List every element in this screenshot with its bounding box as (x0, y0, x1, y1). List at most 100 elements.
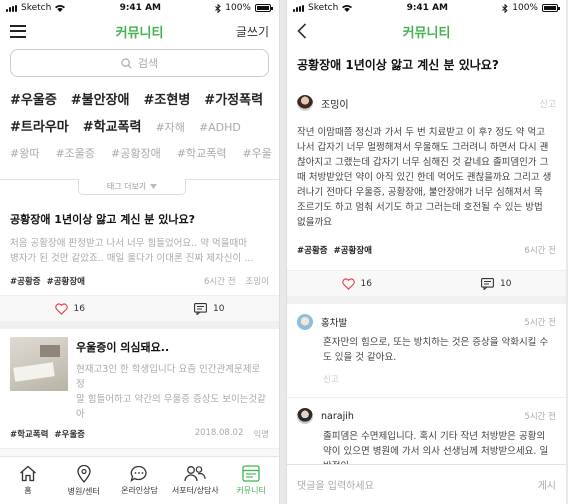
like-count: 16 (360, 278, 372, 289)
nav-hospital[interactable]: 병원/센터 (56, 457, 112, 504)
nav-online-counsel[interactable]: 온라인상담 (112, 457, 168, 504)
tag-chip[interactable]: #트라우마 (10, 116, 69, 135)
comment-time: 5시간 전 (524, 412, 556, 422)
tag-chip[interactable]: #가정폭력 (204, 89, 263, 108)
question-title: 공황장애 1년이상 앓고 계신 분 있나요? (297, 58, 499, 72)
community-icon (242, 465, 260, 482)
comment-button[interactable]: 10 (427, 271, 567, 296)
write-button[interactable]: 글쓰기 (236, 23, 269, 40)
post-item[interactable]: 우울증이 의심돼요.. 현재고3인 한 학생입니다 요즘 인간관계문제로 정 말… (0, 337, 279, 422)
tag-chip[interactable]: #조울증 (55, 145, 95, 161)
comment-author: narajih (321, 410, 354, 422)
comment-time: 5시간 전 (524, 318, 556, 328)
carrier-label: Sketch (21, 3, 52, 13)
search-icon (121, 57, 132, 69)
search-placeholder: 검색 (137, 57, 159, 70)
tag-chip[interactable]: #공황장애 (111, 145, 161, 161)
like-button[interactable]: 16 (287, 271, 427, 296)
tag-chip[interactable]: #학교폭력 (83, 116, 142, 135)
comment-count: 10 (500, 278, 512, 289)
like-count: 16 (73, 303, 85, 314)
post-thumbnail (10, 337, 68, 391)
comment-input-placeholder: 댓글을 입력하세요 (297, 481, 374, 492)
nav-community[interactable]: 커뮤니티 (223, 457, 279, 504)
post-tags: #학교폭력 #우울증 (10, 430, 85, 440)
post-title: 우울증이 의심돼요.. (76, 341, 170, 354)
post-time: 6시간 전 (203, 277, 236, 287)
chevron-down-icon (150, 184, 158, 189)
more-tags: 태그 더보기 (0, 179, 279, 197)
battery-percent: 100% (512, 3, 538, 13)
comment-icon (194, 302, 207, 315)
report-button[interactable]: 신고 (539, 97, 556, 110)
comment-item: 홍차발 5시간 전 혼자만의 힘으로, 또는 방치하는 것은 증상을 악화시킬 … (287, 314, 566, 385)
post-tags: #공황증 #공황장애 (10, 277, 85, 287)
post-time: 2018.08.02 (194, 428, 244, 438)
bluetooth-icon (502, 3, 508, 13)
search-input[interactable]: 검색 (10, 49, 269, 77)
wifi-icon (342, 5, 353, 12)
post-author: 익명 (253, 430, 269, 440)
post-item[interactable]: 공황장애 1년이상 앓고 계신 분 있나요? 처음 공황장애 판정받고 나서 너… (0, 211, 279, 287)
status-bar: Sketch 9:41 AM 100% (0, 0, 279, 16)
avatar (297, 95, 313, 111)
tag-chip[interactable]: #우울 (242, 145, 271, 161)
post-actions: 16 10 (287, 270, 566, 296)
signal-icon (6, 4, 17, 12)
author-row: 조밍이 신고 (287, 73, 566, 111)
people-icon (184, 466, 206, 482)
home-icon (19, 465, 36, 482)
wifi-icon (55, 5, 66, 12)
comment-input[interactable]: 댓글을 입력하세요 게시 (287, 464, 566, 504)
page-title: 커뮤니티 (402, 25, 451, 41)
back-icon[interactable] (297, 23, 307, 39)
chat-icon (130, 465, 148, 482)
comment-count: 10 (213, 303, 225, 314)
author-name: 조밍이 (321, 99, 349, 111)
tag-chip[interactable]: #조현병 (144, 89, 191, 108)
tag-chip[interactable]: #우울증 (10, 89, 57, 108)
battery-percent: 100% (225, 3, 251, 13)
tag-cloud-primary: #우울증 #불안장애 #조현병 #가정폭력 (0, 77, 279, 108)
more-tags-button[interactable]: 태그 더보기 (78, 179, 186, 195)
send-button[interactable]: 게시 (538, 477, 556, 492)
avatar (297, 408, 313, 424)
post-excerpt: 처음 공황장애 판정받고 나서 너무 힘들었어요.. 약 먹을때마 병자가 된 … (10, 238, 254, 264)
heart-outline-icon (54, 302, 68, 315)
status-bar: Sketch 9:41 AM 100% (287, 0, 566, 16)
question-tags: #공황증 #공황장애 6시간 전 (297, 246, 556, 256)
tag-cloud-secondary: #트라우마 #학교폭력 #자해 #ADHD (0, 108, 279, 135)
heart-outline-icon (341, 277, 355, 290)
comment-button[interactable]: 10 (140, 296, 280, 321)
community-list-screen: Sketch 9:41 AM 100% 커뮤니티 글쓰기 검색 #우울증 #불안… (0, 0, 280, 504)
post-actions: 16 10 (0, 295, 279, 321)
tag-chip[interactable]: #ADHD (199, 121, 241, 134)
battery-icon (254, 4, 273, 12)
post-author: 조밍이 (245, 277, 269, 287)
tag-chip[interactable]: #왕따 (10, 145, 39, 161)
comment-icon (481, 277, 494, 290)
tag-chip[interactable]: #학교폭력 (177, 145, 227, 161)
bottom-nav: 홈 병원/센터 온라인상담 서포터/상담사 커뮤니티 (0, 456, 279, 504)
report-button[interactable]: 신고 (297, 373, 556, 385)
header: 커뮤니티 글쓰기 (0, 16, 279, 46)
status-time: 9:41 AM (119, 3, 162, 13)
signal-icon (293, 4, 304, 12)
tag-cloud-tertiary: #왕따 #조울증 #공황장애 #학교폭력 #우울 (0, 135, 279, 161)
question-body: 작년 이맘때쯤 정신과 가서 두 번 치료받고 이 후? 정도 약 먹고 나서 … (297, 127, 552, 228)
tag-chip[interactable]: #불안장애 (71, 89, 130, 108)
comment-body: 혼자만의 힘으로, 또는 방치하는 것은 증상을 악화시킬 수 도 있을 것 같… (323, 337, 549, 363)
nav-home[interactable]: 홈 (0, 457, 56, 504)
avatar (297, 314, 313, 330)
more-tags-label: 태그 더보기 (106, 182, 147, 191)
menu-icon[interactable] (10, 24, 26, 38)
tag-chip[interactable]: #자해 (155, 119, 184, 135)
carrier-label: Sketch (308, 3, 339, 13)
like-button[interactable]: 16 (0, 296, 140, 321)
post-excerpt: 현재고3인 한 학생입니다 요즘 인간관계문제로 정 말 힘들어하고 약간의 우… (76, 364, 266, 420)
nav-supporter[interactable]: 서포터/상담사 (167, 457, 223, 504)
bluetooth-icon (215, 3, 221, 13)
comment-author: 홍차발 (321, 318, 348, 329)
post-time: 6시간 전 (524, 246, 556, 256)
map-pin-icon (77, 464, 91, 483)
